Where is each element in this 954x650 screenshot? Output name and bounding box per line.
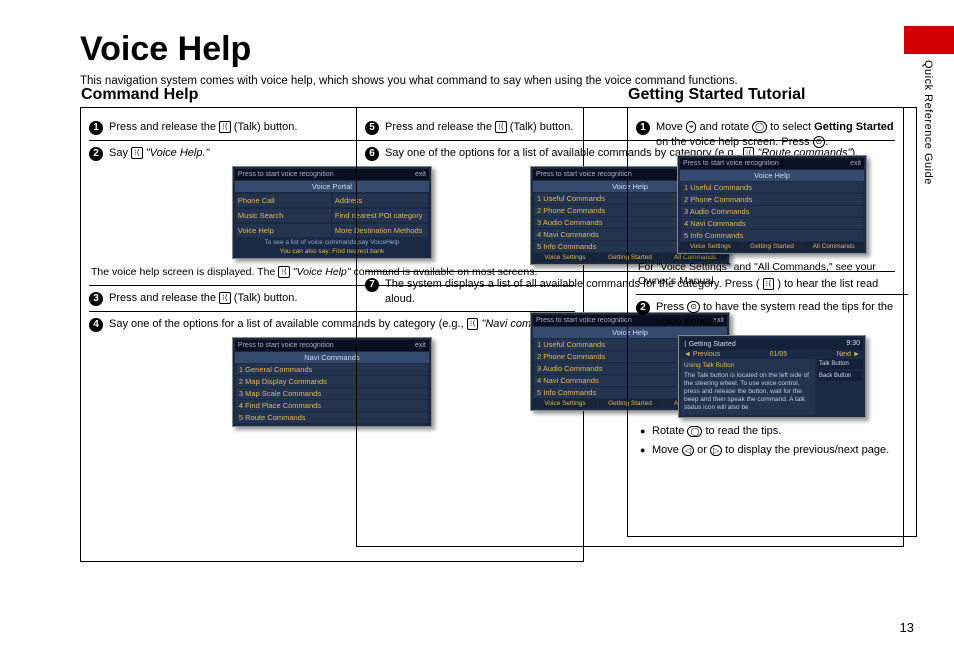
talk-icon: ⁝⟨ xyxy=(131,147,143,159)
tutorial-step-1: 1 Move ⌖ and rotate ◯ to select Getting … xyxy=(636,120,908,150)
talk-icon: ⁝⟨ xyxy=(495,121,507,133)
page-title: Voice Help xyxy=(80,30,904,69)
rotate-icon: ◯ xyxy=(687,426,702,438)
step-number-icon: 1 xyxy=(636,121,650,135)
select-icon: ⊙ xyxy=(813,136,826,148)
move-icon: ⌖ xyxy=(686,121,697,133)
talk-icon: ⁝⟨ xyxy=(219,292,231,304)
step-number-icon: 1 xyxy=(89,121,103,135)
move-right-icon: ▷ xyxy=(710,445,722,457)
step-number-icon: 5 xyxy=(365,121,379,135)
step-number-icon: 4 xyxy=(89,318,103,332)
tutorial-step-1-text: Move ⌖ and rotate ◯ to select Getting St… xyxy=(656,120,908,150)
voice-help-screenshot-3: Press to start voice recognitionexit Voi… xyxy=(677,155,867,254)
step-number-icon: 6 xyxy=(365,147,379,161)
move-left-icon: ◁ xyxy=(682,445,694,457)
talk-icon: ⁝⟨ xyxy=(219,121,231,133)
side-section-label: Quick Reference Guide xyxy=(922,60,934,185)
tutorial-caption: For "Voice Settings" and "All Commands,"… xyxy=(638,260,908,288)
bullet-rotate: Rotate ◯ to read the tips. xyxy=(640,424,908,439)
tutorial-bullets: Rotate ◯ to read the tips. Move ◁ or ▷ t… xyxy=(640,424,908,458)
tutorial-step-2: 2 Press ⊙ to have the system read the ti… xyxy=(636,300,908,330)
command-help-heading: Command Help xyxy=(81,86,202,106)
tutorial-step-2-text: Press ⊙ to have the system read the tips… xyxy=(656,300,908,330)
section-color-tab xyxy=(904,26,954,54)
step-number-icon: 7 xyxy=(365,278,379,292)
getting-started-screenshot: ⟨ Getting Started9:30 ◄ Previous01/05Nex… xyxy=(678,335,866,419)
step-number-icon: 2 xyxy=(89,147,103,161)
rotate-icon: ◯ xyxy=(752,121,767,133)
page-number: 13 xyxy=(900,620,914,635)
select-icon: ⊙ xyxy=(687,301,700,313)
step-number-icon: 2 xyxy=(636,301,650,315)
step-number-icon: 3 xyxy=(89,292,103,306)
talk-icon: ⁝⟨ xyxy=(278,266,290,278)
tutorial-column: Getting Started Tutorial 1 Move ⌖ and ro… xyxy=(627,107,917,537)
tutorial-heading: Getting Started Tutorial xyxy=(628,86,809,106)
bullet-move: Move ◁ or ▷ to display the previous/next… xyxy=(640,443,908,458)
